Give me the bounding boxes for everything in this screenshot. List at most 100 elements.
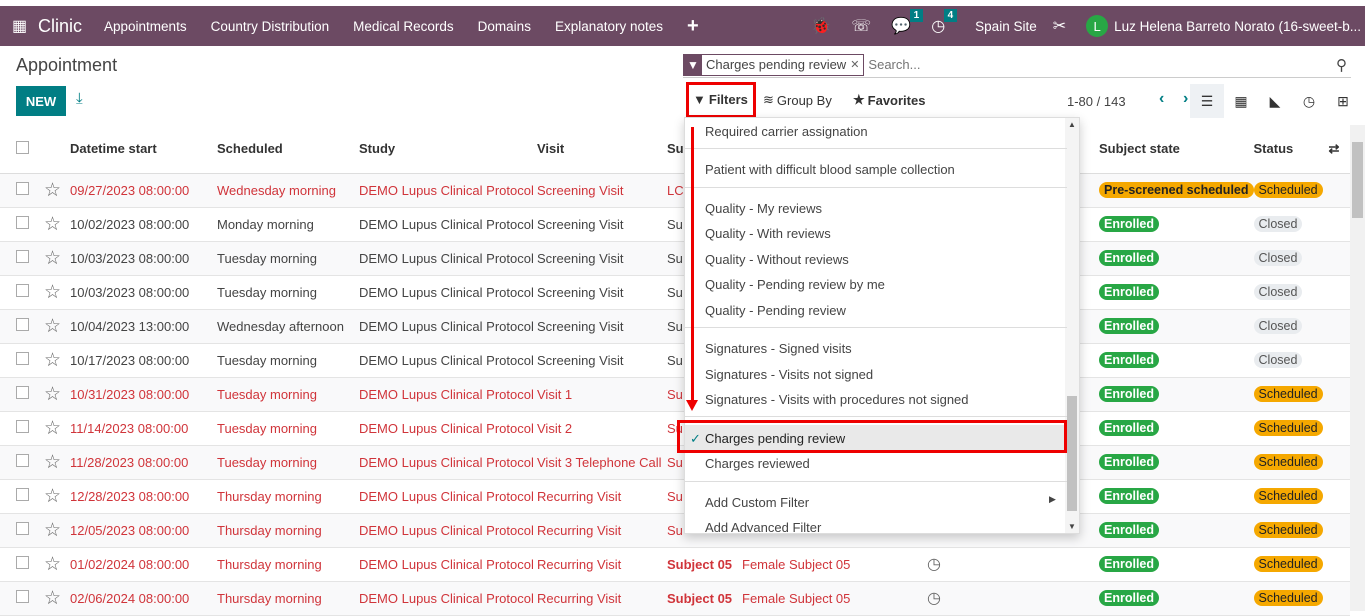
search-input[interactable] xyxy=(868,57,1336,72)
row-checkbox[interactable] xyxy=(16,488,29,501)
phone-icon[interactable]: ☏ xyxy=(851,16,871,36)
chat-icon[interactable]: 💬 1 xyxy=(891,9,924,36)
company-switcher[interactable]: Spain Site xyxy=(975,19,1037,34)
favorite-star-icon[interactable]: ☆ xyxy=(44,180,61,201)
select-all-checkbox[interactable] xyxy=(16,140,29,154)
table-row[interactable]: ☆ 12/28/2023 08:00:00 Thursday morning DEMO… xyxy=(0,479,1350,514)
favorite-star-icon[interactable]: ☆ xyxy=(44,350,61,371)
filter-option[interactable]: Quality - Without reviews xyxy=(705,252,849,267)
filter-option[interactable]: Signatures - Visits with procedures not … xyxy=(705,392,969,407)
col-scheduled[interactable]: Scheduled xyxy=(217,125,359,174)
row-checkbox[interactable] xyxy=(16,386,29,399)
filter-option[interactable]: Charges pending review ✓ xyxy=(690,431,845,446)
optional-columns-icon[interactable]: ⇄ xyxy=(1328,125,1350,174)
app-name[interactable]: Clinic xyxy=(38,16,82,37)
menu-medical-records[interactable]: Medical Records xyxy=(353,19,454,34)
table-row[interactable]: ☆ 01/02/2024 08:00:00 Thursday morning DEMO… xyxy=(0,547,1350,582)
row-checkbox[interactable] xyxy=(16,216,29,229)
pivot-view-icon[interactable]: ⊞ xyxy=(1326,84,1360,118)
filter-option[interactable]: Required carrier assignation xyxy=(705,124,868,139)
table-row[interactable]: ☆ 12/05/2023 08:00:00 Thursday morning DEMO… xyxy=(0,513,1350,548)
clock-icon[interactable]: ◷ xyxy=(927,556,941,573)
dropdown-scrollbar-thumb[interactable] xyxy=(1067,396,1077,511)
table-row[interactable]: ☆ 10/04/2023 13:00:00 Wednesday afternoon D… xyxy=(0,309,1350,344)
table-row[interactable]: ☆ 10/17/2023 08:00:00 Tuesday morning DEMO … xyxy=(0,343,1350,378)
row-checkbox[interactable] xyxy=(16,420,29,433)
filter-option[interactable]: Signatures - Signed visits xyxy=(705,341,852,356)
filter-option[interactable]: Add Advanced Filter xyxy=(705,520,821,533)
download-icon[interactable]: ⤓ xyxy=(76,90,83,107)
menu-domains[interactable]: Domains xyxy=(478,19,531,34)
apps-grid-icon[interactable]: ▦ xyxy=(12,16,30,36)
menu-appointments[interactable]: Appointments xyxy=(104,19,187,34)
favorite-star-icon[interactable]: ☆ xyxy=(44,316,61,337)
bug-icon[interactable]: 🐞 xyxy=(811,16,831,36)
filter-option[interactable]: Charges reviewed xyxy=(705,456,810,471)
row-checkbox[interactable] xyxy=(16,352,29,365)
tools-icon[interactable]: ✂ xyxy=(1053,16,1066,36)
clock-icon[interactable]: ◷ xyxy=(927,590,941,607)
pager-value[interactable]: 1-80 / 143 xyxy=(1067,94,1126,109)
group-by-button[interactable]: ≋ Group By xyxy=(763,92,832,108)
col-study[interactable]: Study xyxy=(359,125,537,174)
table-row[interactable]: ☆ 02/06/2024 08:00:00 Thursday morning DEMO… xyxy=(0,581,1350,616)
filter-option[interactable]: Quality - Pending review xyxy=(705,303,846,318)
filter-option[interactable]: Quality - Pending review by me xyxy=(705,277,885,292)
table-row[interactable]: ☆ 09/27/2023 08:00:00 Wednesday morning DEM… xyxy=(0,173,1350,208)
filter-option[interactable]: Patient with difficult blood sample coll… xyxy=(705,162,955,177)
filters-button[interactable]: ▼ Filters xyxy=(693,92,748,107)
row-checkbox[interactable] xyxy=(16,182,29,195)
filter-option[interactable]: Quality - With reviews xyxy=(705,226,831,241)
subject: Su xyxy=(667,352,683,368)
avatar[interactable]: L xyxy=(1086,15,1109,37)
list-view-icon[interactable]: ☰ xyxy=(1190,84,1224,118)
search-icon[interactable]: ⚲ xyxy=(1336,56,1347,74)
chevron-left-icon[interactable]: ‹ xyxy=(1159,90,1164,108)
favorite-star-icon[interactable]: ☆ xyxy=(44,384,61,405)
study: DEMO Lupus Clinical Protocol xyxy=(359,284,534,300)
remove-facet-icon[interactable]: ✕ xyxy=(850,58,863,71)
graph-view-icon[interactable]: ◣ xyxy=(1258,84,1292,118)
visit: Visit 3 Telephone Call xyxy=(537,454,662,470)
favorite-star-icon[interactable]: ☆ xyxy=(44,588,61,609)
row-checkbox[interactable] xyxy=(16,284,29,297)
clock-icon[interactable]: ◷ 4 xyxy=(931,9,958,36)
menu-explanatory-notes[interactable]: Explanatory notes xyxy=(555,19,663,34)
favorites-button[interactable]: ★ Favorites xyxy=(853,92,925,108)
table-row[interactable]: ☆ 10/02/2023 08:00:00 Monday morning DEMO L… xyxy=(0,207,1350,242)
favorite-star-icon[interactable]: ☆ xyxy=(44,214,61,235)
page-scrollbar-thumb[interactable] xyxy=(1352,142,1363,218)
favorite-star-icon[interactable]: ☆ xyxy=(44,248,61,269)
filter-option[interactable]: Add Custom Filter xyxy=(705,495,809,510)
row-checkbox[interactable] xyxy=(16,318,29,331)
row-checkbox[interactable] xyxy=(16,556,29,569)
row-checkbox[interactable] xyxy=(16,250,29,263)
menu-country-distribution[interactable]: Country Distribution xyxy=(211,19,330,34)
table-row[interactable]: ☆ 11/14/2023 08:00:00 Tuesday morning DEMO … xyxy=(0,411,1350,446)
row-checkbox[interactable] xyxy=(16,454,29,467)
favorite-star-icon[interactable]: ☆ xyxy=(44,486,61,507)
favorite-star-icon[interactable]: ☆ xyxy=(44,452,61,473)
col-subject-state[interactable]: Subject state xyxy=(1099,125,1254,174)
row-checkbox[interactable] xyxy=(16,590,29,603)
favorite-star-icon[interactable]: ☆ xyxy=(44,554,61,575)
favorite-star-icon[interactable]: ☆ xyxy=(44,520,61,541)
user-menu[interactable]: Luz Helena Barreto Norato (16-sweet-b... xyxy=(1114,19,1361,34)
activity-view-icon[interactable]: ◷ xyxy=(1292,84,1326,118)
filter-option[interactable]: Signatures - Visits not signed xyxy=(705,367,873,382)
favorite-star-icon[interactable]: ☆ xyxy=(44,418,61,439)
table-row[interactable]: ☆ 10/03/2023 08:00:00 Tuesday morning DEMO … xyxy=(0,241,1350,276)
favorite-star-icon[interactable]: ☆ xyxy=(44,282,61,303)
col-datetime-start[interactable]: Datetime start xyxy=(70,125,217,174)
chevron-right-icon[interactable]: › xyxy=(1183,90,1188,108)
new-button[interactable]: NEW xyxy=(16,86,66,116)
col-status[interactable]: Status xyxy=(1253,125,1329,174)
filter-option[interactable]: Quality - My reviews xyxy=(705,201,822,216)
plus-icon[interactable]: + xyxy=(687,15,699,38)
table-row[interactable]: ☆ 10/31/2023 08:00:00 Tuesday morning DEMO … xyxy=(0,377,1350,412)
table-row[interactable]: ☆ 10/03/2023 08:00:00 Tuesday morning DEMO … xyxy=(0,275,1350,310)
row-checkbox[interactable] xyxy=(16,522,29,535)
calendar-view-icon[interactable]: ▦ xyxy=(1224,84,1258,118)
col-visit[interactable]: Visit xyxy=(537,125,667,174)
table-row[interactable]: ☆ 11/28/2023 08:00:00 Tuesday morning DEMO … xyxy=(0,445,1350,480)
